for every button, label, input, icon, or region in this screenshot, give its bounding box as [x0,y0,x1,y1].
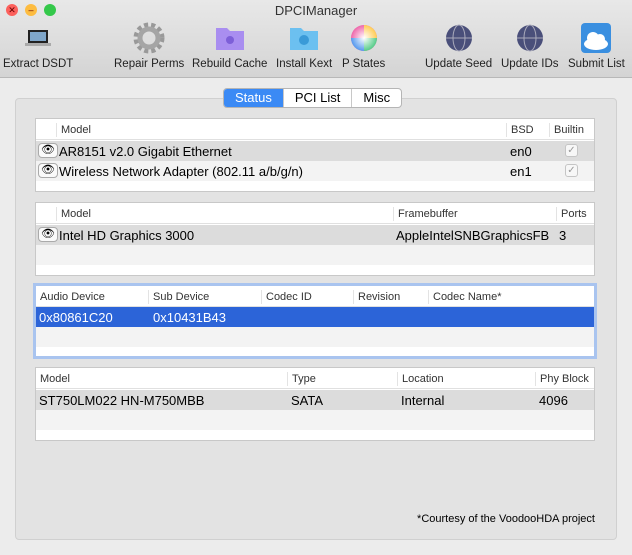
column-header[interactable]: Audio Device [36,290,105,304]
globe-icon [443,22,475,54]
column-header[interactable]: Model [36,372,70,386]
table-row[interactable]: 0x80861C20 0x10431B43 [36,307,594,327]
gear-icon [133,22,165,54]
repair-perms-button[interactable]: Repair Perms [114,22,184,70]
table-row[interactable]: ST750LM022 HN-M750MBB SATA Internal 4096 [36,390,594,410]
install-kext-button[interactable]: Install Kext [276,22,332,70]
window-title: DPCIManager [274,3,358,18]
update-seed-button[interactable]: Update Seed [425,22,492,70]
column-header[interactable]: Codec ID [261,290,312,304]
builtin-checkbox[interactable]: ✓ [565,164,578,177]
column-header[interactable]: BSD [506,123,534,137]
purple-folder-icon [214,22,246,54]
tab-control: Status PCI List Misc [223,88,403,108]
table-row[interactable]: 👁 Wireless Network Adapter (802.11 a/b/g/… [36,161,594,181]
rebuild-cache-button[interactable]: Rebuild Cache [192,22,267,70]
column-header[interactable]: Revision [353,290,400,304]
color-wheel-icon [348,22,380,54]
builtin-checkbox[interactable]: ✓ [565,144,578,157]
column-header[interactable]: Model [56,123,91,137]
update-ids-button[interactable]: Update IDs [501,22,559,70]
blue-folder-icon [288,22,320,54]
network-table: Model BSD Builtin 👁 AR8151 v2.0 Gigabit Eth… [35,118,595,192]
storage-table: Model Type Location Phy Block ST750LM022 HN… [35,367,595,441]
eye-icon[interactable]: 👁 [38,227,58,242]
eye-icon[interactable]: 👁 [38,163,58,178]
tab-pci-list[interactable]: PCI List [282,89,352,107]
extract-dsdt-button[interactable]: Extract DSDT [3,22,73,70]
column-header[interactable]: Ports [556,207,587,221]
graphics-table: Model Framebuffer Ports 👁 Intel HD Graphics… [35,202,595,276]
column-header[interactable]: Codec Name* [428,290,501,304]
globe-icon [514,22,546,54]
column-header[interactable]: Type [287,372,316,386]
table-row[interactable]: 👁 Intel HD Graphics 3000 AppleIntelSNBGrap… [36,225,594,245]
column-header[interactable]: Builtin [549,123,584,137]
cloud-icon [580,22,612,54]
eye-icon[interactable]: 👁 [38,143,58,158]
tab-misc[interactable]: Misc [351,89,401,107]
column-header[interactable]: Model [56,207,91,221]
audio-table: Audio Device Sub Device Codec ID Revision Co… [33,283,597,359]
footer-note: *Courtesy of the VoodooHDA project [417,513,595,525]
submit-list-button[interactable]: Submit List [568,22,625,70]
column-header[interactable]: Phy Block [535,372,589,386]
laptop-icon [22,22,54,54]
p-states-button[interactable]: P States [342,22,385,70]
column-header[interactable]: Sub Device [148,290,209,304]
column-header[interactable]: Framebuffer [393,207,458,221]
tab-status[interactable]: Status [224,89,283,107]
table-row[interactable]: 👁 AR8151 v2.0 Gigabit Ethernet en0 ✓ [36,141,594,161]
column-header[interactable]: Location [397,372,444,386]
